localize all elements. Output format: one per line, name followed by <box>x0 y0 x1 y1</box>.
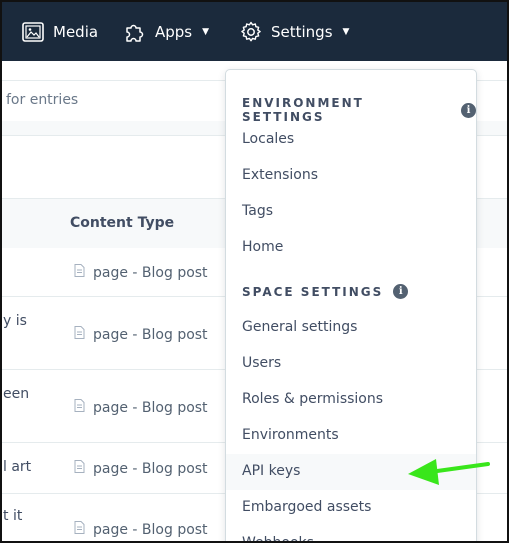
top-navigation: Media Apps ▼ Settings ▼ <box>2 2 507 61</box>
menu-item-label: Tags <box>242 203 273 219</box>
app-window: Media Apps ▼ Settings ▼ for entries Cont… <box>0 0 509 543</box>
document-icon <box>74 460 85 477</box>
search-placeholder: for entries <box>6 92 79 108</box>
content-type-cell: page - Blog post <box>74 399 208 416</box>
settings-gear-icon <box>240 21 262 43</box>
menu-item-label: Embargoed assets <box>242 499 372 515</box>
menu-item-label: Locales <box>242 131 295 147</box>
document-icon <box>74 399 85 416</box>
content-type-cell: page - Blog post <box>74 264 208 281</box>
document-icon <box>74 264 85 281</box>
menu-item-label: Extensions <box>242 167 319 183</box>
space-settings-title: SPACE SETTINGS <box>242 284 384 299</box>
document-icon <box>74 326 85 343</box>
space-settings-heading: SPACE SETTINGS i <box>242 284 409 299</box>
menu-item-locales[interactable]: Locales <box>226 122 476 158</box>
nav-apps-label: Apps <box>155 22 193 41</box>
menu-item-label: Users <box>242 355 282 371</box>
nav-settings-label: Settings <box>271 22 333 41</box>
nav-apps[interactable]: Apps ▼ <box>124 2 209 61</box>
menu-item-label: Roles & permissions <box>242 391 384 407</box>
settings-dropdown: ENVIRONMENT SETTINGS i Locales Extension… <box>225 69 477 543</box>
caret-down-icon: ▼ <box>342 26 350 37</box>
content-type-label: page - Blog post <box>93 521 208 538</box>
menu-item-embargoed-assets[interactable]: Embargoed assets <box>226 490 476 526</box>
content-type-label: page - Blog post <box>93 399 208 416</box>
content-type-label: page - Blog post <box>93 264 208 281</box>
apps-puzzle-icon <box>124 21 146 43</box>
menu-item-extensions[interactable]: Extensions <box>226 158 476 194</box>
menu-item-label: API keys <box>242 463 301 479</box>
column-header-content-type[interactable]: Content Type <box>70 215 174 231</box>
media-icon <box>22 21 44 42</box>
menu-item-environments[interactable]: Environments <box>226 418 476 454</box>
menu-item-webhooks[interactable]: Webhooks <box>226 526 476 543</box>
menu-item-general-settings[interactable]: General settings <box>226 310 476 346</box>
environment-settings-title: ENVIRONMENT SETTINGS <box>242 96 364 124</box>
content-type-cell: page - Blog post <box>74 326 208 343</box>
content-type-cell: page - Blog post <box>74 521 208 538</box>
menu-item-home[interactable]: Home <box>226 230 476 266</box>
entry-title-fragment: t it <box>3 508 23 524</box>
menu-item-users[interactable]: Users <box>226 346 476 382</box>
content-type-label: page - Blog post <box>93 326 208 343</box>
menu-item-label: General settings <box>242 319 358 335</box>
menu-item-roles-permissions[interactable]: Roles & permissions <box>226 382 476 418</box>
nav-settings[interactable]: Settings ▼ <box>240 2 349 61</box>
entry-title-fragment: y is <box>3 313 27 329</box>
info-icon[interactable]: i <box>461 102 476 118</box>
menu-item-label: Environments <box>242 427 339 443</box>
nav-media[interactable]: Media <box>22 2 98 61</box>
menu-item-api-keys[interactable]: API keys <box>226 454 476 490</box>
nav-media-label: Media <box>53 22 99 41</box>
menu-item-label: Webhooks <box>242 535 314 543</box>
content-type-cell: page - Blog post <box>74 460 208 477</box>
entry-title-fragment: een <box>3 386 30 402</box>
menu-item-tags[interactable]: Tags <box>226 194 476 230</box>
document-icon <box>74 521 85 538</box>
info-icon[interactable]: i <box>393 284 409 299</box>
caret-down-icon: ▼ <box>202 26 210 37</box>
environment-settings-heading: ENVIRONMENT SETTINGS i <box>242 96 476 124</box>
content-type-label: page - Blog post <box>93 460 208 477</box>
menu-item-label: Home <box>242 239 284 255</box>
entry-title-fragment: l art <box>3 459 32 475</box>
